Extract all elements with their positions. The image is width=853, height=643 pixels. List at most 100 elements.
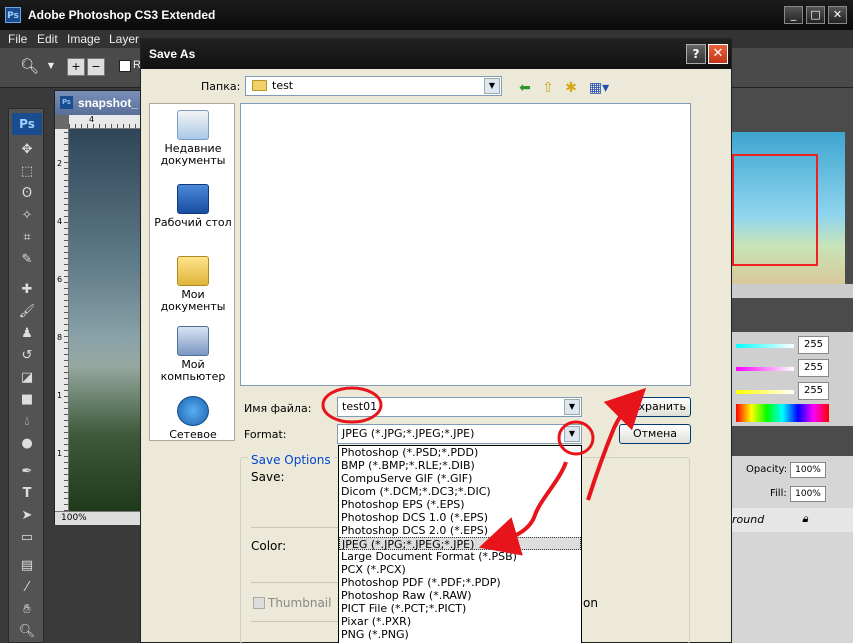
view-menu-icon[interactable]: ▦▾ (587, 79, 611, 97)
marquee-tool-icon[interactable]: ⬚ (17, 163, 37, 181)
partial-option-label: on (583, 596, 598, 610)
format-option[interactable]: Photoshop Raw (*.RAW) (339, 589, 581, 602)
format-option[interactable]: Photoshop (*.PSD;*.PDD) (339, 446, 581, 459)
navigator-view-box[interactable] (732, 154, 818, 266)
color-slider-g[interactable] (736, 367, 794, 371)
filename-input[interactable]: test01 ▼ (337, 397, 582, 417)
layer-lock-icon: 🔒︎ (802, 512, 808, 525)
close-window-button[interactable]: ✕ (828, 6, 847, 24)
place-network[interactable]: Сетевое (150, 396, 236, 441)
notes-tool-icon[interactable]: ▤ (17, 557, 37, 575)
opacity-value[interactable]: 100% (790, 462, 826, 478)
format-option[interactable]: CompuServe GIF (*.GIF) (339, 472, 581, 485)
zoom-tool-icon[interactable]: 🔍︎ (20, 58, 39, 76)
dialog-title: Save As (149, 47, 196, 61)
menu-file[interactable]: File (8, 32, 27, 46)
resize-windows-checkbox[interactable] (119, 60, 131, 72)
format-option-selected[interactable]: JPEG (*.JPG;*.JPEG;*.JPE) (339, 537, 581, 551)
navigator-zoom-slider[interactable] (732, 284, 853, 298)
format-option[interactable]: Large Document Format (*.PSB) (339, 550, 581, 563)
ruler-left-number: 1 (57, 449, 63, 458)
path-selection-tool-icon[interactable]: ➤ (17, 507, 37, 525)
fill-value[interactable]: 100% (790, 486, 826, 502)
format-dropdown-list[interactable]: Photoshop (*.PSD;*.PDD) BMP (*.BMP;*.RLE… (338, 445, 582, 643)
folder-combo[interactable]: test ▼ (245, 76, 502, 96)
format-chevron-down-icon[interactable]: ▼ (564, 426, 580, 442)
maximize-button[interactable]: □ (806, 6, 825, 24)
format-option[interactable]: BMP (*.BMP;*.RLE;*.DIB) (339, 459, 581, 472)
place-label: Мои документы (160, 288, 226, 313)
folder-label: Папка: (201, 80, 241, 93)
menu-image[interactable]: Image (67, 32, 100, 46)
dodge-tool-icon[interactable]: ● (17, 435, 37, 453)
dialog-titlebar[interactable]: Save As ? ✕ (141, 39, 731, 69)
document-canvas[interactable] (69, 129, 141, 511)
shape-tool-icon[interactable]: ▭ (17, 529, 37, 547)
format-option[interactable]: PCX (*.PCX) (339, 563, 581, 576)
history-brush-tool-icon[interactable]: ↺ (17, 347, 37, 365)
cancel-button[interactable]: Отмена (619, 424, 691, 444)
background-layer-row[interactable]: round 🔒︎ (732, 508, 853, 532)
slice-tool-icon[interactable]: ✎ (17, 251, 37, 269)
format-option[interactable]: PICT File (*.PCT;*.PICT) (339, 602, 581, 615)
color-value-r[interactable]: 255 (798, 336, 829, 354)
move-tool-icon[interactable]: ✥ (17, 141, 37, 159)
color-value-g[interactable]: 255 (798, 359, 829, 377)
format-option[interactable]: Dicom (*.DCM;*.DC3;*.DIC) (339, 485, 581, 498)
format-option[interactable]: Photoshop DCS 2.0 (*.EPS) (339, 524, 581, 537)
zoom-level[interactable]: 100% (61, 513, 87, 523)
blur-tool-icon[interactable]: 💧︎ (17, 413, 37, 431)
thumbnail-checkbox[interactable] (253, 597, 265, 609)
file-list[interactable] (240, 103, 691, 386)
up-folder-icon[interactable]: ⇧ (539, 79, 557, 97)
type-tool-icon[interactable]: T (17, 485, 37, 503)
zoom-tool-box-icon[interactable]: 🔍︎ (17, 623, 37, 641)
format-option[interactable]: PNG (*.PNG) (339, 628, 581, 641)
healing-brush-tool-icon[interactable]: ✚ (17, 281, 37, 299)
format-option[interactable]: Photoshop DCS 1.0 (*.EPS) (339, 511, 581, 524)
format-option[interactable]: Pixar (*.PXR) (339, 615, 581, 628)
brush-tool-icon[interactable]: 🖌︎ (17, 303, 37, 321)
menu-layer[interactable]: Layer (109, 32, 139, 46)
magic-wand-tool-icon[interactable]: ✧ (17, 207, 37, 225)
tool-preset-chevron-icon[interactable]: ▼ (42, 58, 60, 76)
document-titlebar[interactable]: Ps snapshot_0 (55, 91, 141, 115)
place-label: Сетевое (169, 428, 217, 441)
stamp-tool-icon[interactable]: ♟ (17, 325, 37, 343)
photoshop-title: Adobe Photoshop CS3 Extended (28, 8, 216, 22)
document-ps-icon: Ps (60, 96, 73, 109)
crop-tool-icon[interactable]: ⌗ (17, 229, 37, 247)
back-icon[interactable]: ⬅ (516, 79, 534, 97)
format-select[interactable]: JPEG (*.JPG;*.JPEG;*.JPE) ▼ (337, 424, 582, 444)
save-button[interactable]: Сохранить (619, 397, 691, 417)
menu-edit[interactable]: Edit (37, 32, 58, 46)
minimize-button[interactable]: _ (784, 6, 803, 24)
pen-tool-icon[interactable]: ✒ (17, 463, 37, 481)
layers-panel: Opacity: 100% Fill: 100% round 🔒︎ (732, 456, 853, 643)
dialog-close-button[interactable]: ✕ (708, 44, 728, 64)
color-slider-b[interactable] (736, 390, 794, 394)
toolbox-ps-logo-icon[interactable]: Ps (12, 113, 42, 135)
save-as-dialog: Save As ? ✕ Папка: test ▼ ⬅ ⇧ ✱ ▦▾ Недав… (140, 38, 732, 643)
place-desktop[interactable]: Рабочий стол (150, 184, 236, 229)
eyedropper-tool-icon[interactable]: ⁄ (17, 579, 37, 597)
format-option[interactable]: Photoshop EPS (*.EPS) (339, 498, 581, 511)
format-option[interactable]: Photoshop PDF (*.PDF;*.PDP) (339, 576, 581, 589)
color-spectrum[interactable] (736, 404, 829, 422)
place-recent[interactable]: Недавние документы (150, 110, 236, 167)
eraser-tool-icon[interactable]: ◪ (17, 369, 37, 387)
filename-chevron-down-icon[interactable]: ▼ (564, 399, 580, 415)
hand-tool-icon[interactable]: ✋︎ (17, 601, 37, 619)
place-my-computer[interactable]: Мой компьютер (150, 326, 236, 383)
gradient-tool-icon[interactable]: ■ (17, 391, 37, 409)
recent-documents-icon (177, 110, 209, 140)
zoom-in-icon[interactable]: + (67, 58, 85, 76)
new-folder-icon[interactable]: ✱ (562, 79, 580, 97)
color-slider-r[interactable] (736, 344, 794, 348)
help-button[interactable]: ? (686, 44, 706, 64)
place-my-documents[interactable]: Мои документы (150, 256, 236, 313)
lasso-tool-icon[interactable]: ʘ (17, 185, 37, 203)
folder-chevron-down-icon[interactable]: ▼ (484, 78, 500, 94)
zoom-out-icon[interactable]: − (87, 58, 105, 76)
color-value-b[interactable]: 255 (798, 382, 829, 400)
